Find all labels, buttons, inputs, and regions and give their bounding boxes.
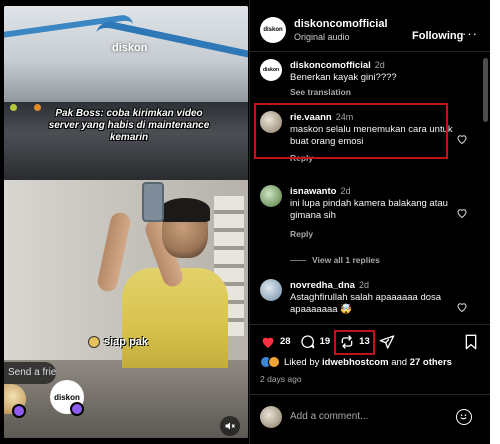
comments-scrollbar[interactable] — [483, 58, 488, 122]
avatar-label: diskon — [262, 67, 280, 73]
see-translation-link[interactable]: See translation — [290, 86, 454, 98]
heart-filled-icon — [262, 337, 274, 348]
comment-body: diskoncomofficial 2d Benerkan kayak gini?… — [290, 59, 454, 98]
comment-avatar[interactable]: diskon — [260, 59, 282, 81]
post-timestamp: 2 days ago — [260, 374, 302, 384]
video-reply-text: siap pak — [88, 336, 148, 348]
comment-action[interactable]: 19 — [300, 334, 331, 350]
heart-outline-icon[interactable] — [456, 133, 468, 145]
highlight-box — [334, 329, 376, 355]
comment-text: Astaghfirullah salah apaaaaaa dosa apaaa… — [290, 292, 442, 315]
video-scene-led — [34, 104, 41, 111]
comments-list[interactable]: diskon diskoncomofficial 2d Benerkan kaya… — [250, 53, 491, 321]
reply-link[interactable]: Reply — [290, 228, 454, 240]
share-action[interactable] — [379, 334, 395, 350]
comment-username[interactable]: novredha_dna — [290, 280, 355, 291]
speaker-muted-icon — [225, 422, 235, 430]
audio-link[interactable]: Original audio — [294, 32, 388, 42]
page-background-edge — [490, 0, 500, 444]
repost-action[interactable]: 13 — [334, 329, 376, 355]
account-name[interactable]: diskoncomofficial — [294, 18, 388, 30]
liked-by-prefix: Liked by — [284, 356, 320, 368]
emoji-icon — [88, 336, 100, 348]
like-action[interactable]: 28 — [260, 334, 291, 350]
like-count: 28 — [280, 336, 291, 347]
comment-text: Benerkan kayak gini???? — [290, 72, 397, 83]
comment-time: 2d — [374, 60, 385, 70]
header-text: diskoncomofficial Original audio — [294, 18, 388, 42]
liked-by-row: Liked by idwebhostcom and 27 others — [260, 356, 452, 368]
replies-divider — [290, 259, 306, 261]
view-replies-label: View all 1 replies — [312, 255, 380, 265]
view-replies-button[interactable]: View all 1 replies — [290, 255, 380, 265]
mute-button[interactable] — [220, 416, 240, 436]
add-comment-input[interactable]: Add a comment... — [290, 411, 368, 422]
send-message-input[interactable]: Send a friend... — [4, 362, 56, 384]
messenger-badge-icon — [12, 404, 26, 418]
send-icon — [379, 334, 395, 349]
bookmark-icon[interactable] — [464, 334, 478, 350]
comment-count: 19 — [319, 336, 331, 347]
comment-time: 2d — [340, 186, 351, 196]
liked-by-avatar — [268, 356, 280, 368]
video-player[interactable]: diskon Pak Boss: coba kirimkan video ser… — [4, 6, 248, 438]
video-scene-person-hair — [160, 198, 210, 222]
bubble-label: diskon — [54, 392, 80, 402]
liked-by-middle: and — [391, 356, 408, 368]
liked-by-user[interactable]: idwebhostcom — [322, 357, 389, 368]
comment-avatar[interactable] — [260, 185, 282, 207]
heart-outline-icon[interactable] — [456, 207, 468, 219]
comment-username[interactable]: isnawanto — [290, 186, 336, 197]
messenger-badge-icon — [70, 402, 84, 416]
video-scene-led — [10, 104, 17, 111]
smiley-icon — [460, 414, 467, 420]
account-avatar[interactable]: diskon — [260, 16, 286, 43]
comment-body: isnawanto 2d ini lupa pindah kamera balak… — [290, 185, 454, 240]
comment-bubble-icon — [300, 334, 314, 348]
liked-by-others[interactable]: 27 others — [410, 357, 452, 368]
more-options-button[interactable]: ··· — [462, 26, 478, 41]
avatar-label: diskon — [263, 26, 283, 33]
post-actions: 28 19 13 — [250, 324, 491, 358]
video-watermark: diskon — [112, 42, 148, 54]
add-comment-bar: Add a comment... — [250, 394, 491, 438]
comment-time: 2d — [358, 280, 369, 290]
post-side-panel: diskon diskoncomofficial Original audio … — [249, 0, 491, 444]
video-reply-label: siap pak — [104, 336, 149, 348]
following-button[interactable]: Following — [412, 30, 463, 42]
video-caption: Pak Boss: coba kirimkan video server yan… — [48, 108, 210, 143]
video-scene-phone — [142, 182, 164, 222]
comment-avatar[interactable] — [260, 279, 282, 301]
highlight-box — [254, 103, 448, 159]
heart-outline-icon[interactable] — [456, 301, 468, 313]
emoji-picker-icon[interactable] — [456, 409, 472, 425]
post-header: diskon diskoncomofficial Original audio … — [250, 8, 491, 52]
comment-body: novredha_dna 2d Astaghfirullah salah apaa… — [290, 279, 454, 316]
comment-username[interactable]: diskoncomofficial — [290, 60, 371, 71]
current-user-avatar — [260, 405, 282, 428]
comment-text: ini lupa pindah kamera balakang atau gim… — [290, 198, 448, 221]
